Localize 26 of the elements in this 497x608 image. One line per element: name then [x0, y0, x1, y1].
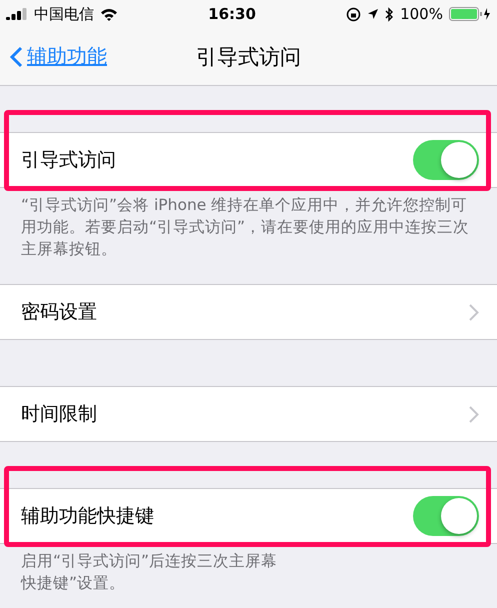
row-label: 引导式访问 — [21, 148, 116, 173]
row-label: 密码设置 — [21, 300, 97, 325]
location-icon — [367, 8, 380, 20]
toggle-switch[interactable] — [413, 496, 479, 536]
footer-text: 快捷键”设置。 — [21, 573, 126, 594]
settings-row[interactable]: 引导式访问 — [0, 132, 497, 188]
row-label: 辅助功能快捷键 — [21, 504, 154, 529]
row-label: 时间限制 — [21, 402, 97, 427]
settings-row[interactable]: 密码设置 — [0, 284, 497, 340]
bluetooth-icon — [385, 6, 394, 22]
back-chevron-icon — [10, 46, 23, 68]
chevron-icon — [469, 304, 479, 320]
rotation-lock-icon — [346, 6, 362, 22]
status-time: 16:30 — [208, 5, 256, 23]
page-title: 引导式访问 — [196, 44, 301, 70]
battery-charging-icon — [448, 6, 491, 22]
battery-percentage: 100% — [400, 5, 443, 23]
signal-icon — [6, 8, 28, 20]
toggle-switch[interactable] — [413, 140, 479, 180]
footer-text: “引导式访问”会将 iPhone 维持在单个应用中，并允许您控制可用功能。若要启动“引导式访问”，请在要使用的应用中连按三次主屏幕按钮。 — [21, 195, 470, 260]
wifi-icon — [100, 8, 118, 20]
chevron-icon — [469, 406, 479, 422]
settings-row[interactable]: 时间限制 — [0, 386, 497, 442]
footer-text: 启用“引导式访问”后连按三次主屏幕 — [21, 551, 278, 572]
carrier-name: 中国电信 — [34, 4, 94, 24]
settings-row[interactable]: 辅助功能快捷键 — [0, 488, 497, 544]
